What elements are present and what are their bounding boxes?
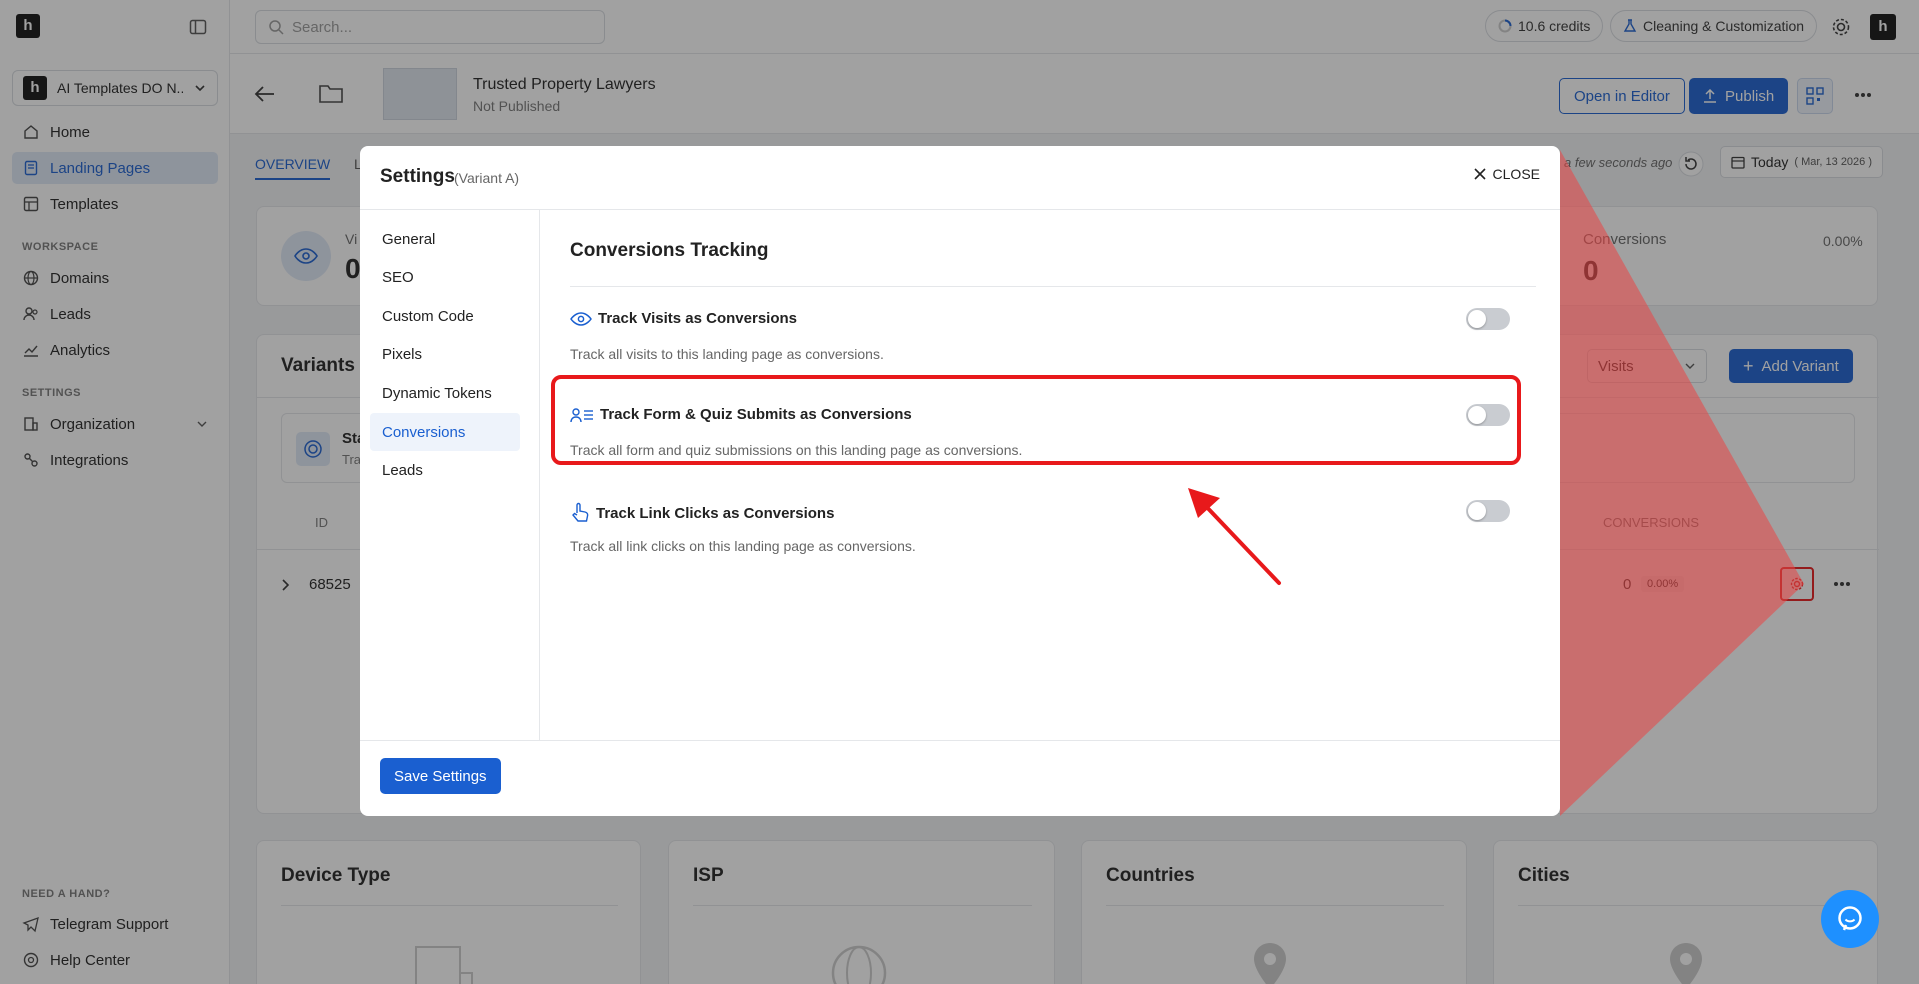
menu-item-seo[interactable]: SEO bbox=[370, 258, 520, 296]
section-title: Conversions Tracking bbox=[570, 240, 769, 261]
settings-menu: General SEO Custom Code Pixels Dynamic T… bbox=[360, 210, 540, 740]
pointer-hand-icon bbox=[572, 502, 589, 522]
modal-subtitle: (Variant A) bbox=[454, 170, 520, 186]
menu-item-pixels[interactable]: Pixels bbox=[370, 335, 520, 373]
option-title: Track Visits as Conversions bbox=[598, 310, 797, 327]
chat-bubble-icon bbox=[1838, 906, 1862, 931]
toggle-knob bbox=[1468, 310, 1486, 328]
toggle-knob bbox=[1468, 502, 1486, 520]
option-description: Track all visits to this landing page as… bbox=[570, 346, 884, 362]
settings-modal: Settings (Variant A) CLOSE General SEO C… bbox=[360, 146, 1560, 816]
modal-header: Settings (Variant A) CLOSE bbox=[360, 146, 1560, 210]
option-track-link-clicks: Track Link Clicks as Conversions Track a… bbox=[570, 500, 1510, 582]
close-button[interactable]: CLOSE bbox=[1473, 166, 1540, 182]
close-icon bbox=[1473, 168, 1486, 180]
option-description: Track all link clicks on this landing pa… bbox=[570, 538, 916, 554]
section-divider bbox=[570, 286, 1536, 287]
chat-support-button[interactable] bbox=[1821, 890, 1879, 948]
menu-item-custom-code[interactable]: Custom Code bbox=[370, 297, 520, 335]
modal-footer: Save Settings bbox=[360, 740, 1560, 816]
track-link-clicks-toggle[interactable] bbox=[1466, 500, 1510, 522]
menu-item-leads[interactable]: Leads bbox=[370, 451, 520, 489]
highlight-box bbox=[551, 375, 1521, 465]
annotation-arrow bbox=[1188, 488, 1281, 585]
menu-item-general[interactable]: General bbox=[370, 220, 520, 258]
menu-item-conversions[interactable]: Conversions bbox=[370, 413, 520, 451]
track-visits-toggle[interactable] bbox=[1466, 308, 1510, 330]
close-label: CLOSE bbox=[1492, 166, 1540, 182]
save-settings-button[interactable]: Save Settings bbox=[380, 758, 501, 794]
option-title: Track Link Clicks as Conversions bbox=[596, 504, 835, 522]
eye-icon bbox=[570, 311, 592, 326]
modal-title: Settings bbox=[380, 166, 455, 187]
settings-content: Conversions Tracking Track Visits as Con… bbox=[540, 210, 1560, 740]
menu-item-dynamic-tokens[interactable]: Dynamic Tokens bbox=[370, 374, 520, 412]
